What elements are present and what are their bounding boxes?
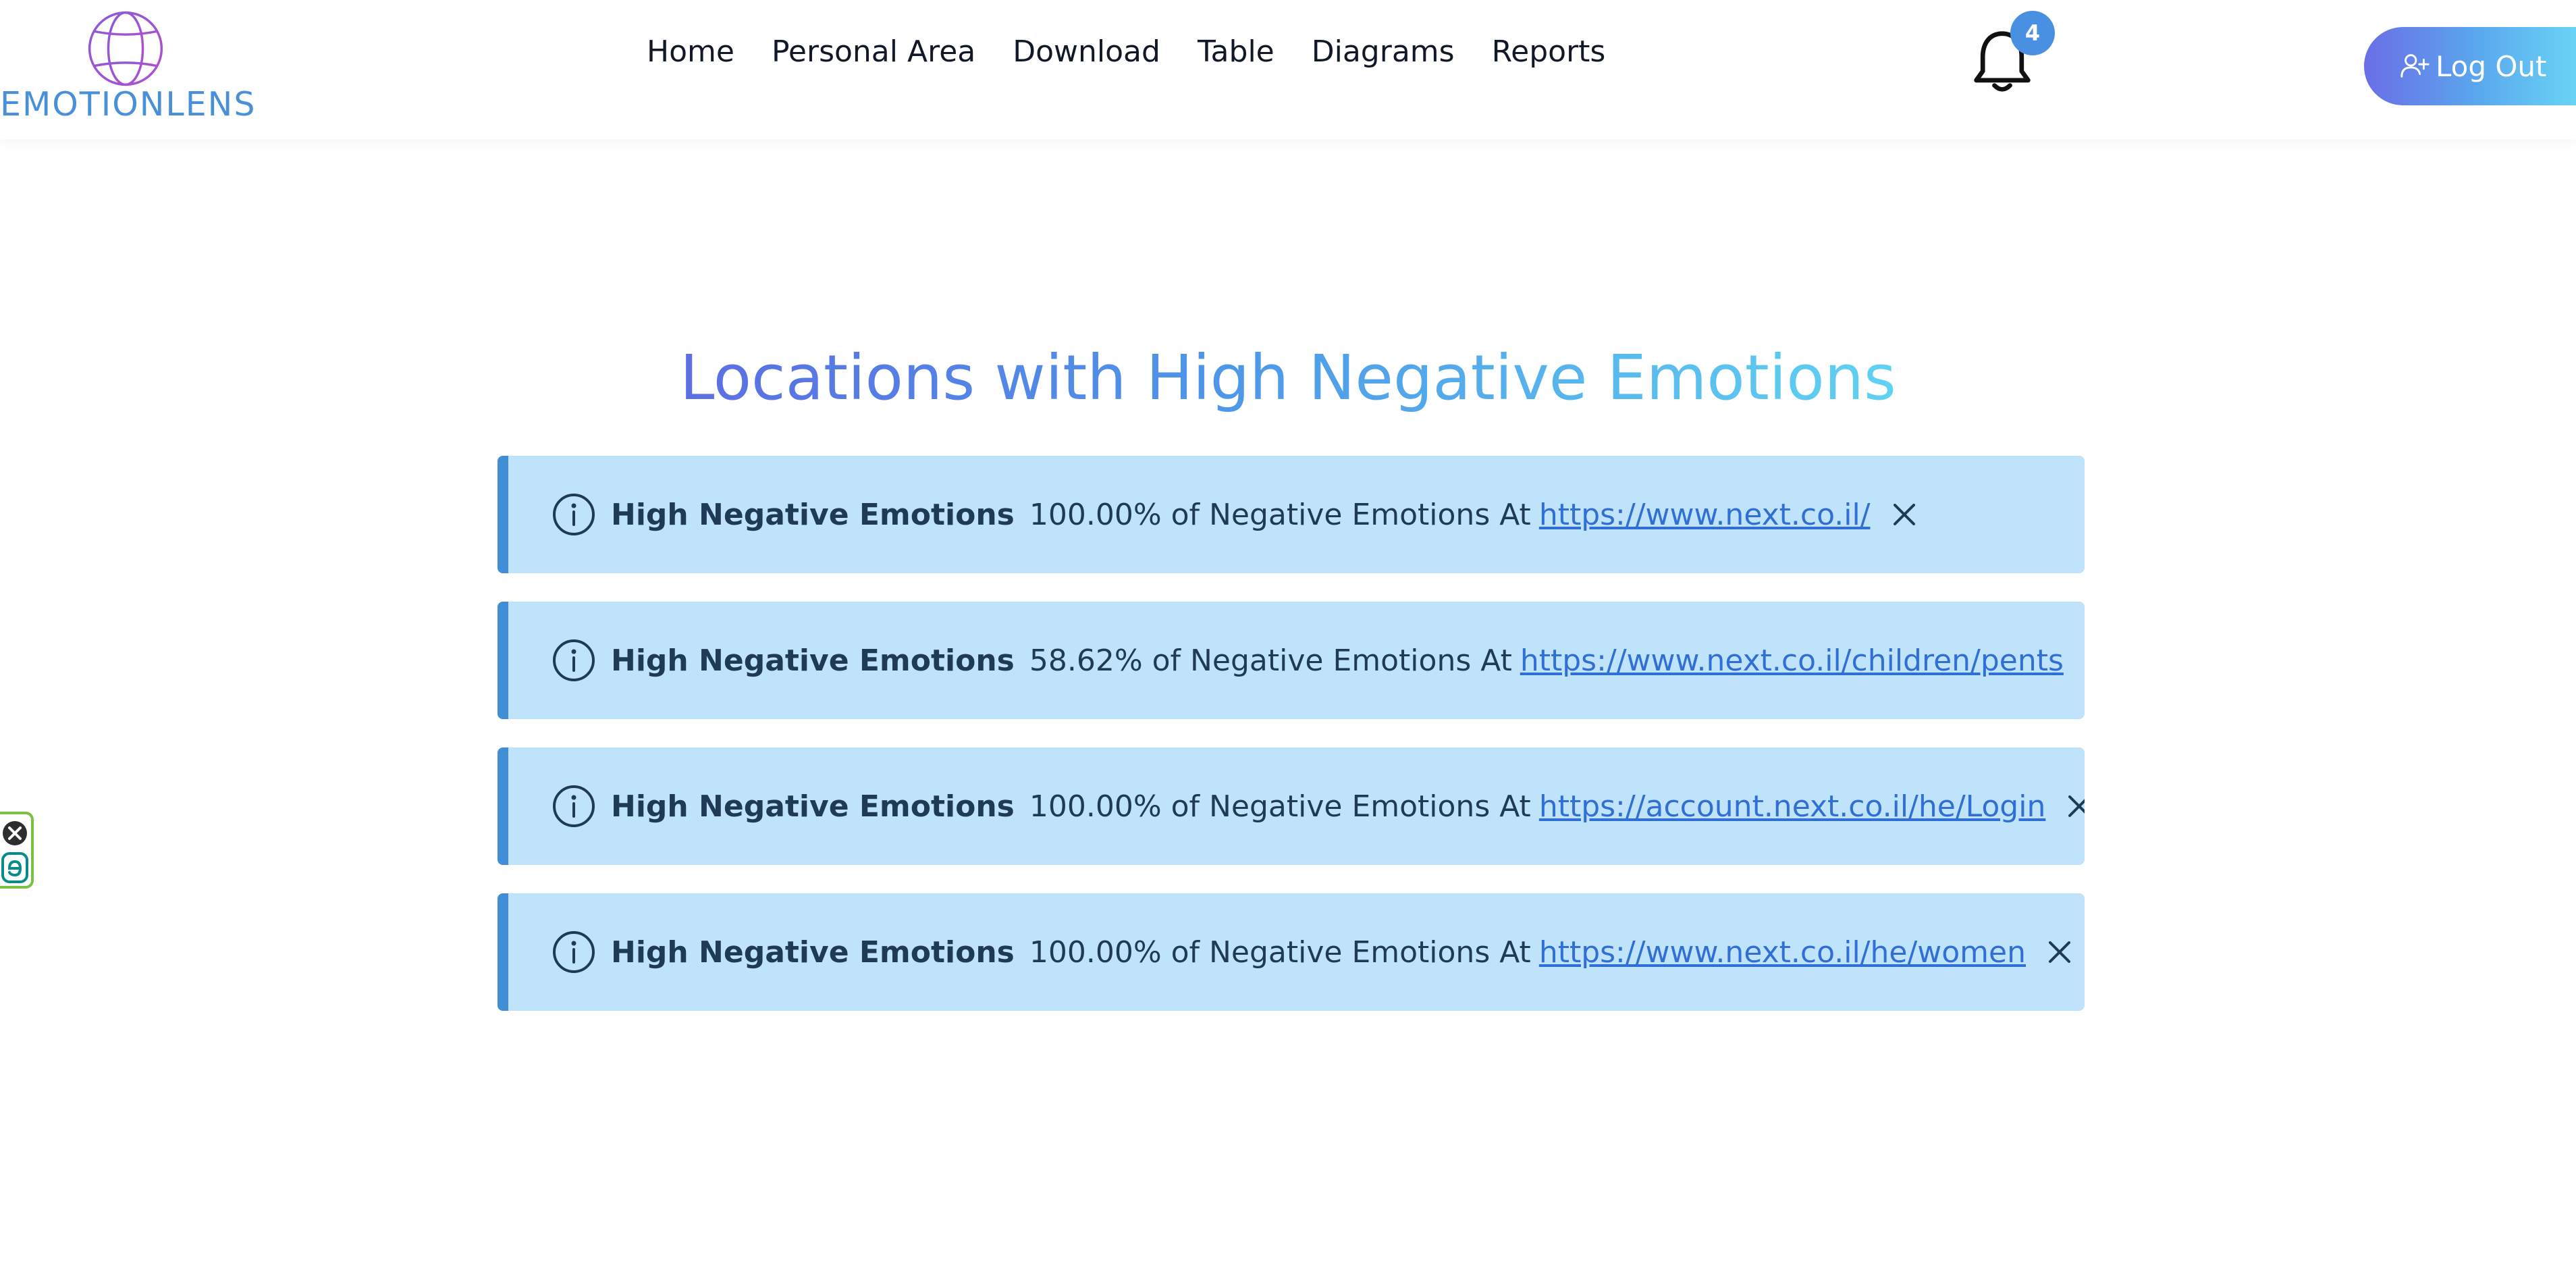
alert-message: 58.62% of Negative Emotions At [1029,643,1512,678]
alert-link[interactable]: https://www.next.co.il/ [1539,498,1871,532]
nav-diagrams[interactable]: Diagrams [1312,34,1455,69]
info-circle-icon [553,639,595,681]
alert-link[interactable]: https://www.next.co.il/he/women [1539,935,2026,970]
user-plus-icon [2400,54,2430,78]
close-icon[interactable] [2043,936,2076,968]
alert-card: High Negative Emotions 58.62% of Negativ… [498,602,2085,719]
notification-count-badge[interactable]: 4 [2010,11,2055,55]
close-icon[interactable] [2063,790,2085,822]
alert-title: High Negative Emotions [611,497,1015,532]
info-circle-icon [553,494,595,535]
alert-link[interactable]: https://account.next.co.il/he/Login [1539,789,2046,824]
nav-reports[interactable]: Reports [1492,34,1606,69]
side-extension-widget [0,812,34,889]
alert-title: High Negative Emotions [611,643,1015,678]
close-circle-icon[interactable] [1,820,28,847]
alert-link[interactable]: https://www.next.co.il/children/pents [1520,643,2064,678]
globe-icon [88,11,163,86]
close-icon[interactable] [2081,644,2085,677]
e-letter-icon[interactable] [1,852,28,883]
top-navigation-bar: EMOTIONLENS Home Personal Area Download … [0,0,2576,139]
alert-card: High Negative Emotions 100.00% of Negati… [498,893,2085,1011]
nav-table[interactable]: Table [1198,34,1274,69]
main-nav: Home Personal Area Download Table Diagra… [647,30,1605,73]
info-circle-icon [553,931,595,973]
nav-download[interactable]: Download [1013,34,1160,69]
alert-message: 100.00% of Negative Emotions At [1029,497,1531,532]
alert-card: High Negative Emotions 100.00% of Negati… [498,747,2085,865]
info-circle-icon [553,785,595,827]
alert-message: 100.00% of Negative Emotions At [1029,935,1531,970]
alert-message: 100.00% of Negative Emotions At [1029,789,1531,824]
page-title: Locations with High Negative Emotions [680,342,1896,414]
close-icon[interactable] [1888,498,1921,531]
alert-card: High Negative Emotions 100.00% of Negati… [498,456,2085,573]
brand-name: EMOTIONLENS [0,85,257,124]
alert-title: High Negative Emotions [611,789,1015,824]
nav-home[interactable]: Home [647,34,734,69]
brand-logo[interactable]: EMOTIONLENS [0,9,257,124]
nav-personal-area[interactable]: Personal Area [772,34,975,69]
alert-title: High Negative Emotions [611,935,1015,970]
logout-button[interactable]: Log Out [2364,27,2576,105]
logout-label: Log Out [2436,49,2547,83]
